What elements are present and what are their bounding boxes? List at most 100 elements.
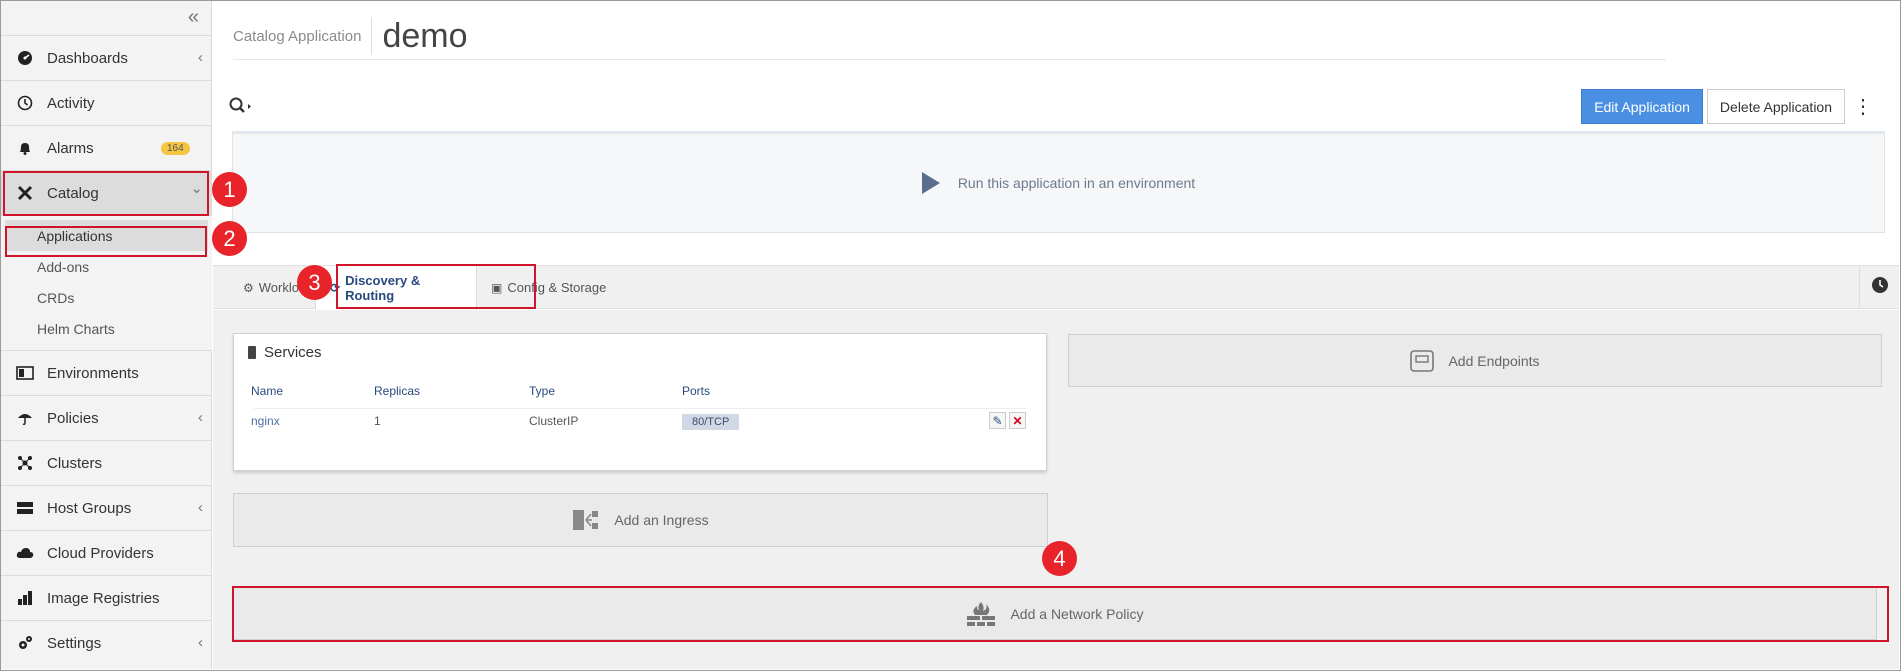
chevron-left-icon: ‹: [198, 499, 203, 516]
sidebar-item-environments[interactable]: Environments: [1, 350, 212, 395]
subnav-item-helm-charts[interactable]: Helm Charts: [1, 313, 212, 344]
callout-4: 4: [1042, 541, 1077, 576]
delete-service-button[interactable]: ✕: [1009, 412, 1026, 429]
play-icon: [921, 172, 940, 194]
cloud-icon: [15, 543, 35, 563]
subnav-item-applications[interactable]: Applications: [5, 220, 208, 251]
tab-label: Config & Storage: [507, 280, 607, 295]
sidebar-item-image-registries[interactable]: Image Registries: [1, 575, 212, 620]
storage-icon: ▣: [491, 280, 503, 295]
sidebar-item-label: Environments: [47, 364, 139, 382]
sidebar-item-alarms[interactable]: Alarms 164: [1, 125, 212, 170]
sidebar-item-dashboards[interactable]: Dashboards ‹: [1, 35, 212, 80]
services-header: Services: [248, 344, 322, 361]
sidebar-item-label: Activity: [47, 94, 95, 112]
sidebar-item-settings[interactable]: Settings ‹: [1, 620, 212, 665]
umbrella-icon: [15, 408, 35, 428]
server-icon: [15, 498, 35, 518]
clusters-icon: [15, 453, 35, 473]
sidebar-item-label: Settings: [47, 634, 102, 652]
sidebar-item-label: Dashboards: [47, 49, 128, 67]
edit-application-button[interactable]: Edit Application: [1581, 89, 1703, 124]
environments-icon: [15, 363, 35, 383]
toolbar-actions: Edit Application Delete Application ⋮: [1577, 89, 1873, 124]
catalog-subnav: Applications Add-ons CRDs Helm Charts: [1, 215, 212, 350]
sidebar-nav: Dashboards ‹ Activity Alarms 164 Catalog…: [1, 35, 212, 665]
more-options-icon[interactable]: ⋮: [1853, 94, 1873, 119]
delete-application-button[interactable]: Delete Application: [1706, 89, 1845, 124]
alarm-count-badge: 164: [161, 142, 190, 155]
column-header: Name: [251, 384, 284, 398]
activity-icon: [15, 93, 35, 113]
close-icon: ✕: [1012, 413, 1023, 428]
workloads-icon: ⚙: [243, 280, 254, 295]
collapse-sidebar-icon[interactable]: «: [188, 5, 199, 29]
tab-discovery-routing[interactable]: ⟳ Discovery & Routing: [315, 266, 477, 310]
callout-1: 1: [212, 172, 247, 207]
table-row: nginx 1 ClusterIP 80/TCP ✎ ✕: [251, 408, 1026, 434]
page-header: Catalog Application demo: [233, 13, 1666, 60]
services-table-header: Name Replicas Type Ports: [251, 384, 1026, 404]
column-header: Type: [529, 384, 556, 398]
registry-icon: [15, 588, 35, 608]
add-network-policy-button[interactable]: Add a Network Policy: [233, 587, 1877, 640]
bell-icon: [15, 138, 35, 158]
dashboard-icon: [15, 48, 35, 68]
sidebar-item-cloud-providers[interactable]: Cloud Providers: [1, 530, 212, 575]
sidebar-item-label: Alarms: [47, 139, 94, 157]
tab-bar: ⚙ Workloads ⟳ Discovery & Routing ▣ Conf…: [213, 265, 1899, 310]
replicas-value: 1: [374, 414, 381, 428]
run-in-environment-panel[interactable]: Run this application in an environment: [232, 131, 1885, 233]
clock-icon: [1871, 276, 1889, 299]
sidebar-item-label: Cloud Providers: [47, 544, 154, 562]
services-title: Services: [264, 344, 322, 361]
chevron-left-icon: ‹: [198, 49, 203, 66]
column-header: Ports: [682, 384, 711, 398]
add-network-policy-label: Add a Network Policy: [1010, 605, 1144, 622]
chevron-left-icon: ‹: [198, 634, 203, 651]
tab-content: Services Name Replicas Type Ports nginx …: [213, 310, 1899, 669]
page-title: demo: [382, 16, 468, 55]
sidebar-item-policies[interactable]: Policies ‹: [1, 395, 212, 440]
column-header: Replicas: [374, 384, 421, 398]
port-badge: 80/TCP: [682, 414, 740, 430]
search-toggle[interactable]: [229, 97, 251, 120]
sidebar-item-catalog[interactable]: Catalog ⌄: [1, 170, 212, 215]
firewall-icon: [966, 601, 996, 627]
sidebar-item-activity[interactable]: Activity: [1, 80, 212, 125]
chevron-left-icon: ‹: [198, 409, 203, 426]
service-name-link[interactable]: nginx: [251, 414, 280, 428]
service-icon: [248, 346, 256, 359]
tab-config-storage[interactable]: ▣ Config & Storage: [477, 266, 620, 309]
pencil-icon: ✎: [992, 413, 1003, 428]
sidebar: « Dashboards ‹ Activity Alarms 164 Catal…: [1, 1, 212, 669]
ingress-icon: [572, 509, 600, 531]
type-value: ClusterIP: [529, 414, 579, 428]
add-endpoints-label: Add Endpoints: [1448, 352, 1540, 369]
catalog-icon: [15, 183, 35, 203]
breadcrumb[interactable]: Catalog Application: [233, 17, 373, 55]
edit-service-button[interactable]: ✎: [989, 412, 1006, 429]
sidebar-item-label: Policies: [47, 409, 99, 427]
callout-3: 3: [297, 265, 332, 300]
callout-2: 2: [212, 221, 247, 256]
sidebar-item-label: Clusters: [47, 454, 103, 472]
add-endpoints-button[interactable]: Add Endpoints: [1068, 334, 1882, 387]
gears-icon: [15, 633, 35, 653]
sidebar-item-label: Host Groups: [47, 499, 132, 517]
sidebar-item-label: Image Registries: [47, 589, 160, 607]
sidebar-item-label: Catalog: [47, 184, 99, 202]
history-button[interactable]: [1859, 266, 1899, 309]
add-ingress-label: Add an Ingress: [614, 512, 709, 528]
subnav-item-crds[interactable]: CRDs: [1, 282, 212, 313]
subnav-item-addons[interactable]: Add-ons: [1, 251, 212, 282]
add-ingress-button[interactable]: Add an Ingress: [233, 493, 1048, 547]
search-icon: [229, 97, 251, 119]
tab-label: Discovery & Routing: [345, 273, 421, 303]
chevron-down-icon: ⌄: [190, 180, 203, 197]
sidebar-item-host-groups[interactable]: Host Groups ‹: [1, 485, 212, 530]
sidebar-item-clusters[interactable]: Clusters: [1, 440, 212, 485]
endpoints-icon: [1410, 349, 1435, 372]
run-label: Run this application in an environment: [957, 175, 1196, 191]
services-card: Services Name Replicas Type Ports nginx …: [233, 333, 1047, 471]
